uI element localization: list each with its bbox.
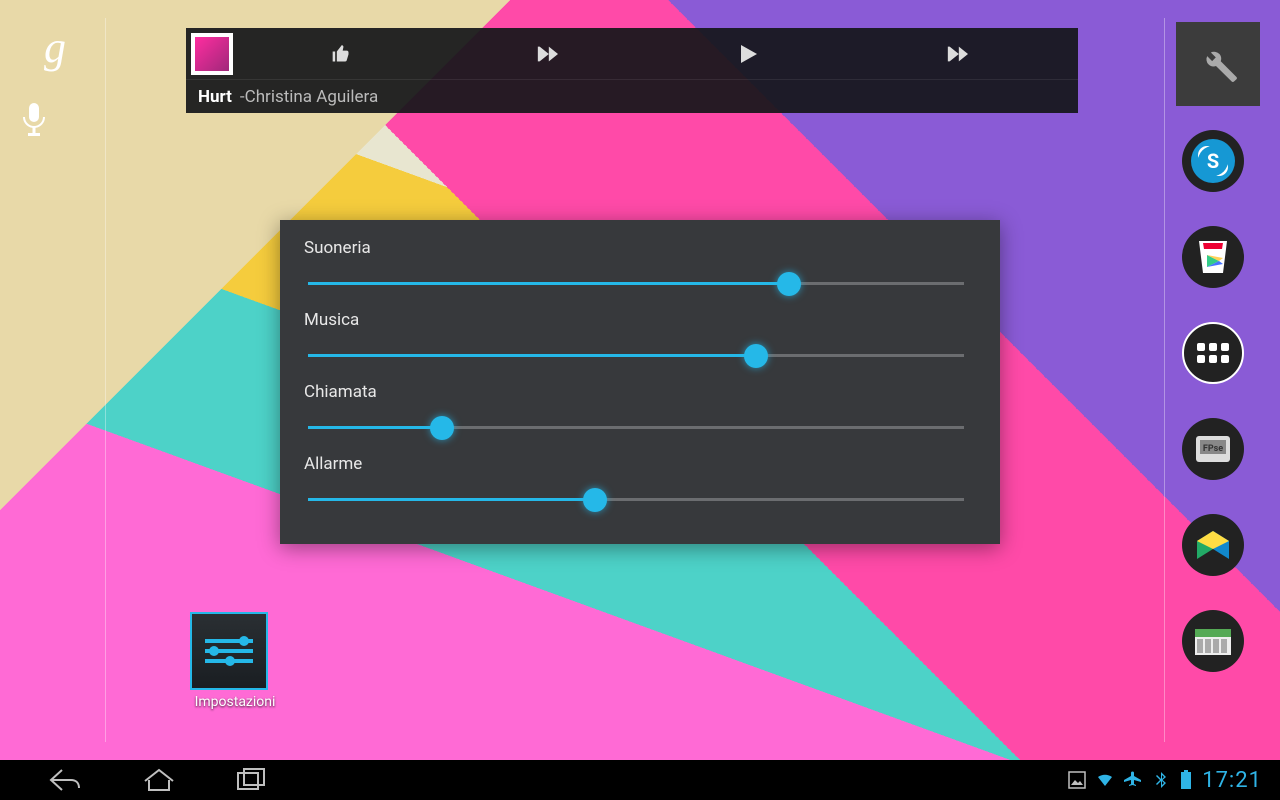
dock-books-icon[interactable] [1182,514,1244,576]
svg-text:S: S [1207,149,1219,173]
music-controls-row [186,28,1078,80]
dock-widget-icon[interactable] [1182,610,1244,672]
volume-label: Chiamata [304,382,976,402]
google-search-icon[interactable]: g [20,22,90,73]
previous-track-icon[interactable] [536,46,576,62]
volume-row-suoneria: Suoneria [280,236,1000,308]
wrench-icon [1196,42,1240,86]
dock-play-store-icon[interactable] [1182,226,1244,288]
app-shortcut-impostazioni[interactable]: Impostazioni [190,612,280,710]
volume-slider-suoneria[interactable] [308,270,976,298]
volume-panel: Suoneria Musica Chiamata Allarme [280,220,1000,544]
volume-label: Suoneria [304,238,976,258]
voice-search-icon[interactable] [20,101,90,137]
settings-icon [190,612,268,690]
divider-left [105,18,106,742]
music-widget: Hurt - Christina Aguilera [186,28,1078,113]
track-title: Hurt [198,87,232,107]
back-button[interactable] [48,767,82,793]
volume-row-chiamata: Chiamata [280,380,1000,452]
volume-row-allarme: Allarme [280,452,1000,524]
volume-row-musica: Musica [280,308,1000,380]
track-info[interactable]: Hurt - Christina Aguilera [186,80,1078,113]
app-drawer-icon[interactable] [1182,322,1244,384]
app-shortcut-label: Impostazioni [190,694,280,710]
play-icon[interactable] [741,45,781,63]
svg-text:FPse: FPse [1203,444,1223,454]
clock[interactable]: 17:21 [1202,768,1262,793]
album-art[interactable] [191,33,233,75]
dock-fpse-icon[interactable]: FPse [1182,418,1244,480]
volume-slider-allarme[interactable] [308,486,976,514]
divider-right [1164,18,1165,742]
picture-icon[interactable] [1068,771,1086,789]
volume-label: Allarme [304,454,976,474]
navigation-bar: 17:21 [0,760,1280,800]
recent-apps-button[interactable] [236,767,266,793]
dock: S FPse [1182,130,1252,706]
battery-icon [1180,770,1192,790]
thumbs-up-icon[interactable] [331,44,371,64]
next-track-icon[interactable] [946,46,986,62]
bluetooth-icon [1152,771,1170,789]
home-button[interactable] [142,767,176,793]
volume-label: Musica [304,310,976,330]
dock-skype-icon[interactable]: S [1182,130,1244,192]
track-artist: Christina Aguilera [245,87,379,107]
airplane-mode-icon [1124,771,1142,789]
settings-widget[interactable] [1176,22,1260,106]
volume-slider-chiamata[interactable] [308,414,976,442]
search-column: g [20,22,90,137]
volume-slider-musica[interactable] [308,342,976,370]
wifi-icon [1096,771,1114,789]
